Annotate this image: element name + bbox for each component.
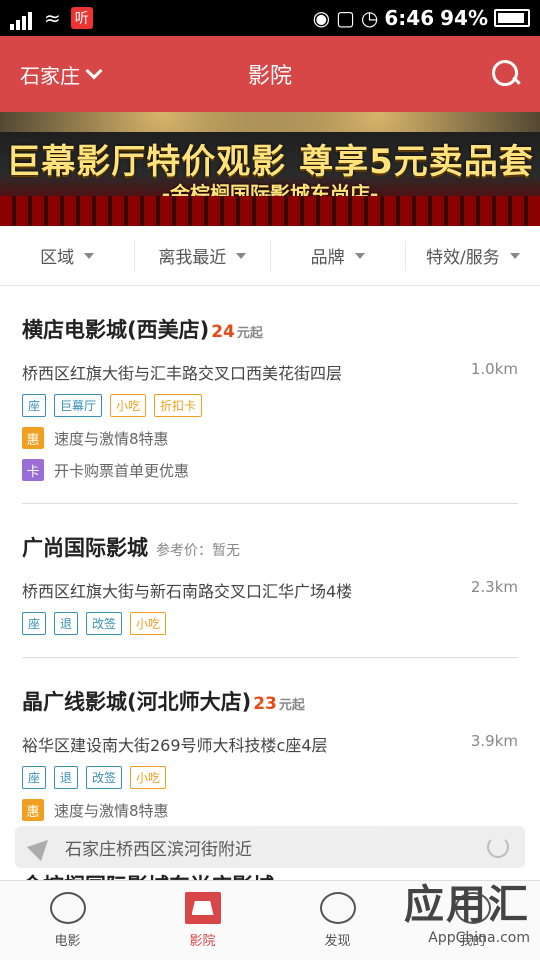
- reference-price: 参考价：暂无: [156, 543, 240, 559]
- tag-snack: 小吃: [130, 766, 167, 789]
- promo-text: 速度与激情8特惠: [54, 429, 169, 448]
- tag-seat: 座: [22, 612, 47, 635]
- battery-icon: [494, 9, 530, 27]
- cinema-name: 广尚国际影城: [22, 536, 148, 560]
- dropdown-triangle-icon: [84, 252, 95, 259]
- cinema-address: 裕华区建设南大街269号师大科技楼c座4层: [22, 736, 328, 755]
- filter-label: 特效/服务: [426, 248, 500, 268]
- filter-bar: 区域 离我最近 品牌 特效/服务: [0, 226, 540, 286]
- cinema-name: 晶广线影城(河北师大店): [22, 690, 252, 714]
- tag-seat: 座: [22, 766, 47, 789]
- tag-seat: 座: [22, 394, 47, 417]
- tag-discount-card: 折扣卡: [154, 394, 203, 417]
- vibrate-icon: ▢: [336, 6, 355, 30]
- promo-text: 速度与激情8特惠: [54, 801, 169, 820]
- watermark-brand: 应用汇: [404, 882, 530, 928]
- headphones-icon: ◉: [312, 6, 331, 30]
- alarm-icon: ◷: [360, 6, 379, 30]
- wifi-icon: ≈: [44, 6, 61, 30]
- dropdown-triangle-icon: [354, 252, 365, 259]
- location-bar[interactable]: 石家庄桥西区滨河街附近: [15, 826, 525, 868]
- tab-discover[interactable]: 发现: [270, 881, 405, 960]
- dropdown-triangle-icon: [236, 252, 247, 259]
- cinema-distance: 1.0km: [470, 360, 518, 378]
- tab-cinemas[interactable]: 影院: [135, 881, 270, 960]
- card-badge: 卡: [22, 459, 44, 481]
- cinema-name: 横店电影城(西美店): [22, 318, 210, 342]
- location-text: 石家庄桥西区滨河街附近: [65, 839, 252, 860]
- discount-badge: 惠: [22, 427, 44, 449]
- tab-label: 影院: [189, 934, 216, 949]
- cinema-address: 桥西区红旗大街与新石南路交叉口汇华广场4楼: [22, 582, 353, 601]
- tag-snack: 小吃: [110, 394, 147, 417]
- app-header: 石家庄 影院: [0, 36, 540, 112]
- watermark-url: AppChina.com: [428, 930, 530, 946]
- chevron-down-icon: [85, 62, 103, 80]
- banner-lights: [0, 112, 540, 132]
- price-suffix: 元起: [278, 698, 305, 713]
- cinema-item[interactable]: 横店电影城(西美店) 24 元起 桥西区红旗大街与汇丰路交叉口西美花街四层 1.0km…: [22, 286, 518, 504]
- cinema-item[interactable]: 广尚国际影城 参考价：暂无 桥西区红旗大街与新石南路交叉口汇华广场4楼 2.3km …: [22, 504, 518, 658]
- dropdown-triangle-icon: [509, 252, 520, 259]
- city-label: 石家庄: [20, 63, 80, 88]
- clock-time: 6:46: [384, 6, 435, 30]
- filter-sort[interactable]: 离我最近: [135, 240, 271, 271]
- city-selector[interactable]: 石家庄: [20, 60, 103, 89]
- filter-service[interactable]: 特效/服务: [406, 241, 540, 271]
- tag-snack: 小吃: [130, 612, 167, 635]
- ting-app-icon: 听: [70, 7, 93, 29]
- banner-seats: [0, 196, 540, 226]
- tab-label: 电影: [54, 934, 81, 949]
- cinema-price: 24: [211, 322, 235, 342]
- cinema-list: 横店电影城(西美店) 24 元起 桥西区红旗大街与汇丰路交叉口西美花街四层 1.0km…: [0, 286, 540, 843]
- location-arrow-icon: [26, 832, 56, 862]
- filter-label: 离我最近: [158, 248, 227, 268]
- promo-banner[interactable]: 巨幕影厅特价观影 尊享5元卖品套餐 -金棕榈国际影城东尚店-: [0, 112, 540, 226]
- signal-icon: [10, 6, 34, 30]
- tag-refund: 退: [54, 766, 79, 789]
- film-reel-icon: [49, 892, 86, 924]
- tag-imax: 巨幕厅: [54, 394, 103, 417]
- cinema-item[interactable]: 晶广线影城(河北师大店) 23 元起 裕华区建设南大街269号师大科技楼c座4层 3.…: [22, 658, 518, 843]
- filter-brand[interactable]: 品牌: [271, 240, 406, 271]
- refresh-icon[interactable]: [487, 836, 509, 858]
- filter-area[interactable]: 区域: [0, 240, 136, 271]
- tab-label: 发现: [324, 934, 351, 949]
- discover-icon: [319, 892, 356, 924]
- tag-refund: 退: [54, 612, 79, 635]
- price-suffix: 元起: [236, 326, 263, 341]
- filter-label: 区域: [40, 248, 75, 268]
- discount-badge: 惠: [22, 799, 44, 821]
- filter-label: 品牌: [310, 248, 345, 268]
- promo-text: 开卡购票首单更优惠: [54, 461, 190, 480]
- cinema-address: 桥西区红旗大街与汇丰路交叉口西美花街四层: [22, 364, 343, 383]
- tag-reschedule: 改签: [86, 612, 123, 635]
- appchina-watermark: 应用汇 AppChina.com: [404, 872, 530, 946]
- status-bar: ≈ 听 ◉ ▢ ◷ 6:46 94%: [0, 0, 540, 36]
- cinema-price: 23: [253, 694, 277, 714]
- tab-movies[interactable]: 电影: [0, 881, 135, 960]
- tag-reschedule: 改签: [86, 766, 123, 789]
- search-icon[interactable]: [492, 60, 520, 88]
- cinema-screen-icon: [184, 892, 221, 924]
- cinema-distance: 3.9km: [470, 732, 518, 750]
- cinema-distance: 2.3km: [470, 578, 518, 596]
- battery-percent: 94%: [440, 6, 488, 30]
